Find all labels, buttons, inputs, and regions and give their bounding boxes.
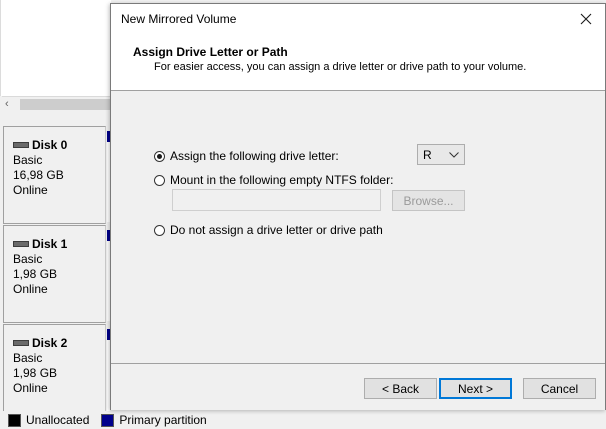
disk-icon	[13, 340, 29, 346]
unallocated-swatch	[8, 413, 21, 427]
disk-icon	[13, 142, 29, 148]
disk-name: Disk 1	[32, 237, 68, 251]
pane-divider	[0, 113, 110, 126]
disk-1-panel[interactable]: Disk 1 Basic 1,98 GB Online	[3, 225, 106, 323]
chevron-down-icon	[449, 151, 459, 158]
wizard-footer: < Back Next > Cancel	[111, 363, 605, 410]
horizontal-scrollbar[interactable]: ‹	[2, 96, 110, 114]
assign-letter-option[interactable]: Assign the following drive letter:	[154, 149, 339, 163]
partition-legend: Unallocated Primary partition	[0, 411, 606, 429]
disk-size: 1,98 GB	[13, 366, 58, 380]
disk-1-title: Disk 1	[13, 237, 67, 251]
volume-list-area	[0, 0, 111, 96]
cancel-button[interactable]: Cancel	[523, 378, 596, 399]
browse-button[interactable]: Browse...	[392, 190, 465, 211]
close-icon	[580, 13, 592, 25]
drive-letter-value: R	[423, 147, 432, 162]
legend-primary-partition: Primary partition	[119, 413, 207, 427]
mount-folder-option[interactable]: Mount in the following empty NTFS folder…	[154, 173, 393, 187]
legend-unallocated: Unallocated	[26, 413, 90, 427]
disk-type: Basic	[13, 153, 43, 167]
new-mirrored-volume-dialog: New Mirrored Volume Assign Drive Letter …	[110, 3, 606, 410]
disk-name: Disk 2	[32, 336, 68, 350]
disk-size: 1,98 GB	[13, 267, 58, 281]
disk-size: 16,98 GB	[13, 168, 64, 182]
next-button[interactable]: Next >	[439, 378, 512, 399]
back-button[interactable]: < Back	[364, 378, 437, 399]
drive-letter-select[interactable]: R	[417, 144, 465, 165]
disk-name: Disk 0	[32, 138, 68, 152]
disk-2-title: Disk 2	[13, 336, 67, 350]
close-button[interactable]	[575, 8, 597, 30]
no-assign-radio[interactable]	[154, 224, 165, 236]
disk-0-panel[interactable]: Disk 0 Basic 16,98 GB Online	[3, 126, 106, 224]
disk-0-title: Disk 0	[13, 138, 67, 152]
disk-type: Basic	[13, 351, 43, 365]
mount-folder-radio[interactable]	[154, 174, 165, 186]
wizard-content: Assign the following drive letter: R Mou…	[111, 91, 605, 363]
scrollbar-thumb[interactable]	[20, 99, 110, 110]
disk-type: Basic	[13, 252, 43, 266]
folder-path-input[interactable]	[172, 189, 381, 211]
assign-letter-label: Assign the following drive letter:	[170, 149, 339, 163]
no-assign-option[interactable]: Do not assign a drive letter or drive pa…	[154, 223, 383, 237]
dialog-title: New Mirrored Volume	[121, 12, 237, 26]
disk-status: Online	[13, 381, 48, 395]
disk-status: Online	[13, 282, 48, 296]
disk-2-panel[interactable]: Disk 2 Basic 1,98 GB Online	[3, 324, 106, 412]
page-subtitle: For easier access, you can assign a driv…	[154, 61, 527, 73]
primary-partition-swatch	[101, 413, 115, 427]
title-bar[interactable]: New Mirrored Volume	[111, 4, 605, 34]
mount-folder-label: Mount in the following empty NTFS folder…	[170, 173, 394, 187]
disk-status: Online	[13, 183, 48, 197]
disk-icon	[13, 241, 29, 247]
assign-letter-radio[interactable]	[154, 150, 165, 162]
page-title: Assign Drive Letter or Path	[133, 45, 288, 59]
wizard-header: Assign Drive Letter or Path For easier a…	[111, 34, 605, 91]
scroll-left-icon[interactable]: ‹	[5, 98, 9, 110]
no-assign-label: Do not assign a drive letter or drive pa…	[170, 223, 383, 237]
